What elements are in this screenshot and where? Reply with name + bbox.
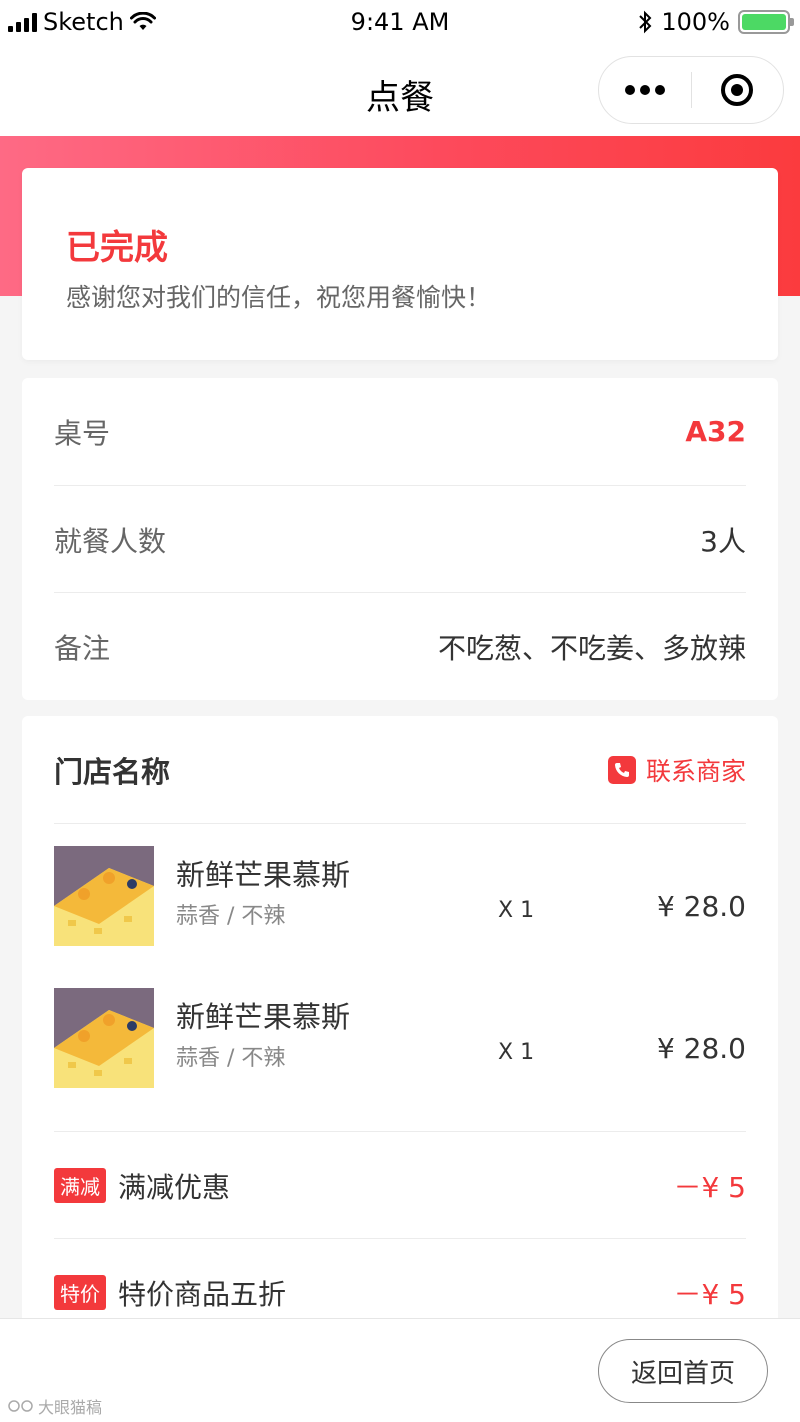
table-number-label: 桌号 xyxy=(54,416,111,450)
table-number-value: A32 xyxy=(685,415,746,448)
diners-row: 就餐人数 3人 xyxy=(54,486,746,593)
item-price: ¥ 28.0 xyxy=(656,1032,746,1065)
status-bar: Sketch 9:41 AM 100% xyxy=(0,0,800,44)
promotion-left: 特价 特价商品五折 xyxy=(54,1273,286,1313)
item-quantity: X 1 xyxy=(498,898,535,923)
status-bar-right: 100% xyxy=(637,8,794,36)
more-icon[interactable] xyxy=(599,57,691,123)
watermark-text: 大眼猫稿 xyxy=(38,1398,103,1417)
battery-icon xyxy=(738,10,794,34)
promotion-tag: 特价 xyxy=(54,1275,106,1310)
order-info-card: 桌号 A32 就餐人数 3人 备注 不吃葱、不吃姜、多放辣 xyxy=(22,378,778,700)
item-spec: 蒜香 / 不辣 xyxy=(176,904,286,929)
diners-value: 3人 xyxy=(700,524,746,558)
divider xyxy=(54,823,746,824)
bluetooth-icon xyxy=(639,10,652,34)
item-thumbnail xyxy=(54,988,154,1088)
order-status-message: 感谢您对我们的信任，祝您用餐愉快！ xyxy=(66,283,492,312)
watermark-logo-icon xyxy=(8,1400,33,1412)
table-number-row: 桌号 A32 xyxy=(54,378,746,485)
nav-bar: 点餐 xyxy=(0,44,800,136)
item-quantity: X 1 xyxy=(498,1040,535,1065)
item-spec: 蒜香 / 不辣 xyxy=(176,1046,286,1071)
item-thumbnail xyxy=(54,846,154,946)
diners-label: 就餐人数 xyxy=(54,524,167,558)
order-item: 新鲜芒果慕斯 蒜香 / 不辣 X 1 ¥ 28.0 xyxy=(54,846,746,946)
item-price: ¥ 28.0 xyxy=(656,890,746,923)
close-program-icon[interactable] xyxy=(692,57,784,123)
store-row: 门店名称 联系商家 xyxy=(54,716,746,823)
contact-merchant-label: 联系商家 xyxy=(645,756,746,786)
remark-value: 不吃葱、不吃姜、多放辣 xyxy=(437,631,746,665)
item-name: 新鲜芒果慕斯 xyxy=(176,1000,351,1034)
order-item: 新鲜芒果慕斯 蒜香 / 不辣 X 1 ¥ 28.0 xyxy=(54,988,746,1088)
contact-merchant-button[interactable]: 联系商家 xyxy=(607,752,746,788)
promotion-tag: 满减 xyxy=(54,1168,106,1203)
order-status-title: 已完成 xyxy=(66,228,168,268)
watermark: 大眼猫稿 xyxy=(8,1394,102,1418)
remark-label: 备注 xyxy=(54,631,111,665)
promotion-row: 满减 满减优惠 －¥ 5 xyxy=(54,1132,746,1239)
promotion-amount: －¥ 5 xyxy=(673,1170,746,1204)
order-items-card: 门店名称 联系商家 新鲜芒果慕斯 蒜香 / 不辣 X 1 ¥ 28.0 新鲜芒果… xyxy=(22,716,778,1336)
bottom-bar: 返回首页 xyxy=(0,1318,800,1422)
store-name: 门店名称 xyxy=(54,754,171,789)
mini-program-capsule xyxy=(598,56,784,124)
promotion-label: 满减优惠 xyxy=(118,1170,231,1204)
promotion-left: 满减 满减优惠 xyxy=(54,1166,230,1206)
item-name: 新鲜芒果慕斯 xyxy=(176,858,351,892)
order-status-card: 已完成 感谢您对我们的信任，祝您用餐愉快！ xyxy=(22,168,778,360)
promotion-label: 特价商品五折 xyxy=(118,1277,287,1311)
back-home-button[interactable]: 返回首页 xyxy=(598,1339,768,1403)
remark-row: 备注 不吃葱、不吃姜、多放辣 xyxy=(54,593,746,700)
promotion-amount: －¥ 5 xyxy=(673,1277,746,1311)
battery-percent: 100% xyxy=(661,8,730,36)
phone-icon xyxy=(607,755,636,784)
